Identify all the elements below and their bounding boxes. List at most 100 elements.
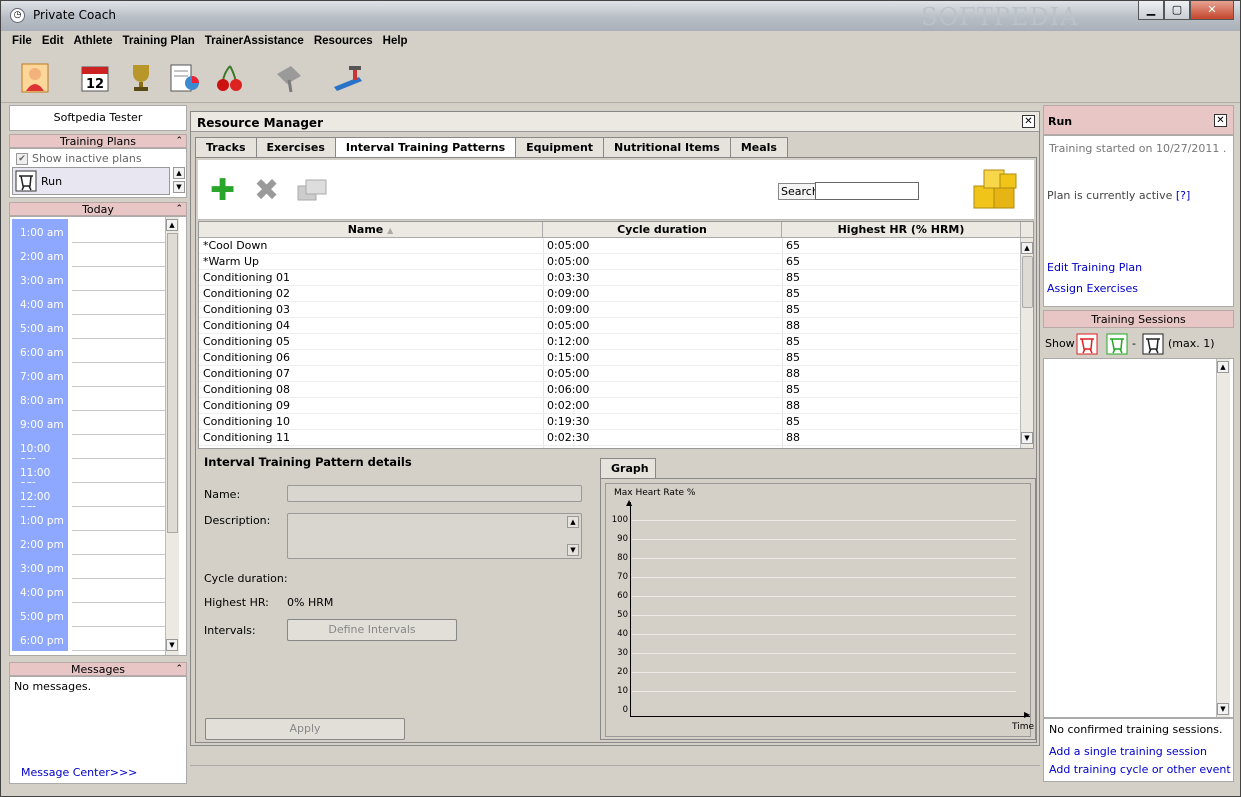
- collapse-icon[interactable]: ⌃: [175, 135, 183, 148]
- sessions-list[interactable]: ▲ ▼: [1043, 358, 1234, 718]
- calendar-hour-row[interactable]: 2:00 am: [12, 243, 167, 267]
- report-icon[interactable]: [168, 61, 202, 95]
- menu-athlete[interactable]: Athlete: [69, 31, 118, 53]
- table-row[interactable]: Conditioning 01 0:03:30 85: [199, 270, 1019, 286]
- show-inactive-checkbox[interactable]: ✔: [16, 152, 28, 165]
- calendar-hour-row[interactable]: 10:00 am: [12, 435, 167, 467]
- calendar-hour-row[interactable]: 5:00 am: [12, 315, 167, 339]
- tab-interval-training-patterns[interactable]: Interval Training Patterns: [334, 137, 517, 158]
- treadmill-black-icon[interactable]: [1142, 333, 1164, 355]
- table-row[interactable]: Conditioning 04 0:05:00 88: [199, 318, 1019, 334]
- assign-exercises-link[interactable]: Assign Exercises: [1047, 282, 1138, 295]
- training-plans-header[interactable]: Training Plans ⌃: [9, 134, 187, 148]
- copy-icon[interactable]: [296, 178, 328, 210]
- calendar-icon[interactable]: 12: [78, 61, 112, 95]
- treadmill-red-icon[interactable]: [1076, 333, 1098, 355]
- menu-resources[interactable]: Resources: [309, 31, 378, 53]
- tab-nutritional-items[interactable]: Nutritional Items: [603, 137, 731, 157]
- add-icon[interactable]: ✚: [210, 176, 235, 206]
- search-input[interactable]: [815, 182, 919, 200]
- name-field[interactable]: [287, 485, 582, 502]
- scroll-down-icon[interactable]: ▼: [1021, 432, 1033, 444]
- calendar-hour-row[interactable]: 1:00 am: [12, 219, 167, 243]
- scroll-up-icon[interactable]: ▲: [1021, 242, 1033, 254]
- scrollbar-thumb[interactable]: [1022, 256, 1033, 308]
- calendar-hour-row[interactable]: 4:00 am: [12, 291, 167, 315]
- cherries-icon[interactable]: [213, 61, 247, 95]
- add-single-session-link[interactable]: Add a single training session: [1049, 745, 1207, 758]
- messages-header[interactable]: Messages ⌃: [9, 662, 187, 676]
- scroll-down-icon[interactable]: ▼: [567, 544, 579, 556]
- trophy-icon[interactable]: [124, 61, 158, 95]
- tab-equipment[interactable]: Equipment: [515, 137, 605, 157]
- calendar-hour-row[interactable]: 12:00 pm: [12, 483, 167, 515]
- scroll-down-icon[interactable]: ▼: [1217, 703, 1229, 715]
- calendar-hour-row[interactable]: 4:00 pm: [12, 579, 167, 603]
- today-header[interactable]: Today ⌃: [9, 202, 187, 216]
- tab-graph[interactable]: Graph: [600, 458, 656, 479]
- scroll-down-icon[interactable]: ▼: [173, 181, 185, 193]
- plan-item-run[interactable]: Run: [12, 167, 170, 195]
- menu-training-plan[interactable]: Training Plan: [118, 31, 200, 53]
- scroll-up-icon[interactable]: ▲: [166, 219, 178, 231]
- menu-help[interactable]: Help: [378, 31, 413, 53]
- help-link[interactable]: [?]: [1176, 189, 1190, 202]
- collapse-icon[interactable]: ⌃: [175, 663, 183, 676]
- table-row[interactable]: Conditioning 08 0:06:00 85: [199, 382, 1019, 398]
- calendar-hour-row[interactable]: 3:00 pm: [12, 555, 167, 579]
- athlete-icon[interactable]: [18, 61, 52, 95]
- tab-meals[interactable]: Meals: [729, 137, 788, 157]
- maximize-button[interactable]: ▢: [1164, 1, 1190, 20]
- treadmill-green-icon[interactable]: [1106, 333, 1128, 355]
- calendar-hour-row[interactable]: 2:00 pm: [12, 531, 167, 555]
- column-header-cycle[interactable]: Cycle duration: [543, 222, 782, 238]
- scroll-up-icon[interactable]: ▲: [173, 167, 185, 179]
- delete-icon[interactable]: ✖: [254, 176, 279, 206]
- table-row[interactable]: Conditioning 11 0:02:30 88: [199, 430, 1019, 446]
- scrollbar-thumb[interactable]: [167, 233, 178, 533]
- close-icon[interactable]: ✕: [1214, 114, 1227, 127]
- scroll-down-icon[interactable]: ▼: [166, 639, 178, 651]
- calendar-hour-row[interactable]: 1:00 pm: [12, 507, 167, 531]
- description-field[interactable]: ▲ ▼: [287, 513, 582, 559]
- message-center-link[interactable]: Message Center>>>: [21, 766, 137, 779]
- scroll-up-icon[interactable]: ▲: [1217, 361, 1229, 373]
- today-calendar[interactable]: 1:00 am 2:00 am 3:00 am 4:00 am 5:00 am 6:00 …: [9, 216, 187, 656]
- table-row[interactable]: Conditioning 10 0:19:30 85: [199, 414, 1019, 430]
- table-row[interactable]: *Cool Down 0:05:00 65: [199, 238, 1019, 254]
- table-row[interactable]: *Warm Up 0:05:00 65: [199, 254, 1019, 270]
- define-intervals-button[interactable]: Define Intervals: [287, 619, 457, 641]
- table-row[interactable]: Conditioning 06 0:15:00 85: [199, 350, 1019, 366]
- tab-exercises[interactable]: Exercises: [255, 137, 336, 157]
- close-icon[interactable]: ✕: [1022, 115, 1035, 128]
- calendar-hour-row[interactable]: 7:00 am: [12, 363, 167, 387]
- calendar-hour-row[interactable]: 5:00 pm: [12, 603, 167, 627]
- scroll-up-icon[interactable]: ▲: [567, 516, 579, 528]
- apply-button[interactable]: Apply: [205, 718, 405, 740]
- column-header-name[interactable]: Name ▲: [199, 222, 543, 238]
- column-header-highest-hr[interactable]: Highest HR (% HRM): [782, 222, 1021, 238]
- table-row[interactable]: Conditioning 07 0:05:00 88: [199, 366, 1019, 382]
- table-row[interactable]: Conditioning 03 0:09:00 85: [199, 302, 1019, 318]
- calendar-hour-row[interactable]: 8:00 am: [12, 387, 167, 411]
- add-training-cycle-link[interactable]: Add training cycle or other event: [1049, 763, 1231, 776]
- tab-tracks[interactable]: Tracks: [195, 137, 257, 157]
- table-row[interactable]: Conditioning 02 0:09:00 85: [199, 286, 1019, 302]
- close-button[interactable]: ✕: [1190, 1, 1234, 20]
- calendar-hour-row[interactable]: 3:00 am: [12, 267, 167, 291]
- collapse-icon[interactable]: ⌃: [175, 203, 183, 216]
- title-bar[interactable]: ◷ Private Coach SOFTPEDIA ▁ ▢ ✕: [1, 1, 1240, 31]
- calendar-hour-row[interactable]: 6:00 am: [12, 339, 167, 363]
- calendar-hour-row[interactable]: 6:00 pm: [12, 627, 167, 651]
- table-row[interactable]: Conditioning 05 0:12:00 85: [199, 334, 1019, 350]
- edit-training-plan-link[interactable]: Edit Training Plan: [1047, 261, 1142, 274]
- menu-trainer-assistance[interactable]: TrainerAssistance: [200, 31, 309, 53]
- menu-file[interactable]: File: [7, 31, 37, 53]
- calendar-hour-row[interactable]: 9:00 am: [12, 411, 167, 435]
- minimize-button[interactable]: ▁: [1138, 1, 1164, 20]
- menu-edit[interactable]: Edit: [37, 31, 69, 53]
- treadmill-icon[interactable]: [331, 61, 365, 95]
- calendar-hour-row[interactable]: 11:00 am: [12, 459, 167, 491]
- scraper-icon[interactable]: [271, 61, 305, 95]
- table-row[interactable]: Conditioning 09 0:02:00 88: [199, 398, 1019, 414]
